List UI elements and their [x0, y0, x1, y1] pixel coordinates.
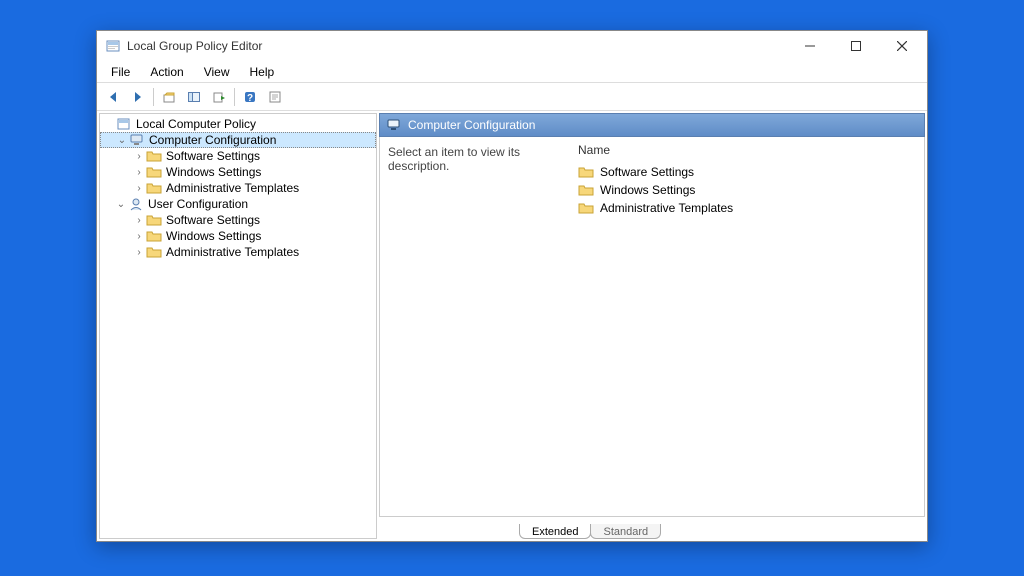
tree-uc-windows[interactable]: › Windows Settings: [100, 228, 376, 244]
list-item-admin[interactable]: Administrative Templates: [578, 199, 916, 217]
tree-user-config[interactable]: ⌄ User Configuration: [100, 196, 376, 212]
tree-label: Administrative Templates: [166, 181, 299, 195]
detail-body: Select an item to view its description. …: [379, 137, 925, 517]
folder-icon: [146, 244, 162, 260]
tree-label: Windows Settings: [166, 229, 261, 243]
tree-uc-admin[interactable]: › Administrative Templates: [100, 244, 376, 260]
list-pane[interactable]: Name Software Settings Windows Settings …: [570, 137, 924, 516]
list-item-label: Software Settings: [600, 165, 694, 179]
show-hide-tree-button[interactable]: [182, 86, 206, 108]
detail-tabs: Extended Standard: [379, 517, 925, 539]
policy-icon: [116, 116, 132, 132]
content-body: Local Computer Policy ⌄ Computer Configu…: [97, 111, 927, 541]
list-item-software[interactable]: Software Settings: [578, 163, 916, 181]
list-item-label: Windows Settings: [600, 183, 695, 197]
expander-expand-icon[interactable]: ›: [132, 231, 146, 242]
expander-expand-icon[interactable]: ›: [132, 183, 146, 194]
tree-label: Software Settings: [166, 149, 260, 163]
expander-collapse-icon[interactable]: ⌄: [114, 199, 128, 210]
description-text: Select an item to view its description.: [388, 145, 520, 173]
folder-icon: [146, 164, 162, 180]
toolbar: ?: [97, 83, 927, 111]
folder-icon: [146, 228, 162, 244]
tree-computer-config[interactable]: ⌄ Computer Configuration: [100, 132, 376, 148]
expander-expand-icon[interactable]: ›: [132, 247, 146, 258]
folder-icon: [578, 164, 594, 180]
tree-label: Local Computer Policy: [136, 117, 256, 131]
expander-expand-icon[interactable]: ›: [132, 151, 146, 162]
tab-extended[interactable]: Extended: [519, 524, 591, 539]
back-button[interactable]: [101, 86, 125, 108]
tree-root[interactable]: Local Computer Policy: [100, 116, 376, 132]
forward-button[interactable]: [126, 86, 150, 108]
tree-label: Software Settings: [166, 213, 260, 227]
tree-cc-software[interactable]: › Software Settings: [100, 148, 376, 164]
tree-label: Administrative Templates: [166, 245, 299, 259]
menu-action[interactable]: Action: [140, 63, 193, 81]
tree-label: Windows Settings: [166, 165, 261, 179]
computer-icon: [386, 117, 402, 133]
tree-uc-software[interactable]: › Software Settings: [100, 212, 376, 228]
detail-header: Computer Configuration: [379, 113, 925, 137]
detail-pane: Computer Configuration Select an item to…: [379, 113, 925, 539]
tree-label: Computer Configuration: [149, 133, 276, 147]
folder-icon: [578, 200, 594, 216]
menu-help[interactable]: Help: [240, 63, 285, 81]
tree-cc-windows[interactable]: › Windows Settings: [100, 164, 376, 180]
expander-collapse-icon[interactable]: ⌄: [115, 135, 129, 146]
expander-expand-icon[interactable]: ›: [132, 215, 146, 226]
help-button[interactable]: ?: [238, 86, 262, 108]
list-item-windows[interactable]: Windows Settings: [578, 181, 916, 199]
maximize-button[interactable]: [833, 32, 879, 60]
menubar: File Action View Help: [97, 61, 927, 83]
folder-icon: [146, 148, 162, 164]
tree-label: User Configuration: [148, 197, 248, 211]
tree-cc-admin[interactable]: › Administrative Templates: [100, 180, 376, 196]
toolbar-separator: [234, 88, 235, 106]
folder-icon: [146, 212, 162, 228]
detail-title: Computer Configuration: [408, 118, 535, 132]
tab-standard[interactable]: Standard: [590, 524, 661, 539]
properties-button[interactable]: [263, 86, 287, 108]
export-list-button[interactable]: [207, 86, 231, 108]
tree-pane[interactable]: Local Computer Policy ⌄ Computer Configu…: [99, 113, 377, 539]
minimize-button[interactable]: [787, 32, 833, 60]
menu-view[interactable]: View: [194, 63, 240, 81]
titlebar: Local Group Policy Editor: [97, 31, 927, 61]
list-item-label: Administrative Templates: [600, 201, 733, 215]
app-icon: [105, 38, 121, 54]
expander-expand-icon[interactable]: ›: [132, 167, 146, 178]
close-button[interactable]: [879, 32, 925, 60]
computer-icon: [129, 132, 145, 148]
folder-icon: [146, 180, 162, 196]
window-title: Local Group Policy Editor: [127, 39, 787, 53]
column-header-name[interactable]: Name: [578, 141, 916, 163]
up-button[interactable]: [157, 86, 181, 108]
description-pane: Select an item to view its description.: [380, 137, 570, 516]
folder-icon: [578, 182, 594, 198]
user-icon: [128, 196, 144, 212]
svg-text:?: ?: [247, 93, 253, 104]
toolbar-separator: [153, 88, 154, 106]
menu-file[interactable]: File: [101, 63, 140, 81]
app-window: Local Group Policy Editor File Action Vi…: [96, 30, 928, 542]
